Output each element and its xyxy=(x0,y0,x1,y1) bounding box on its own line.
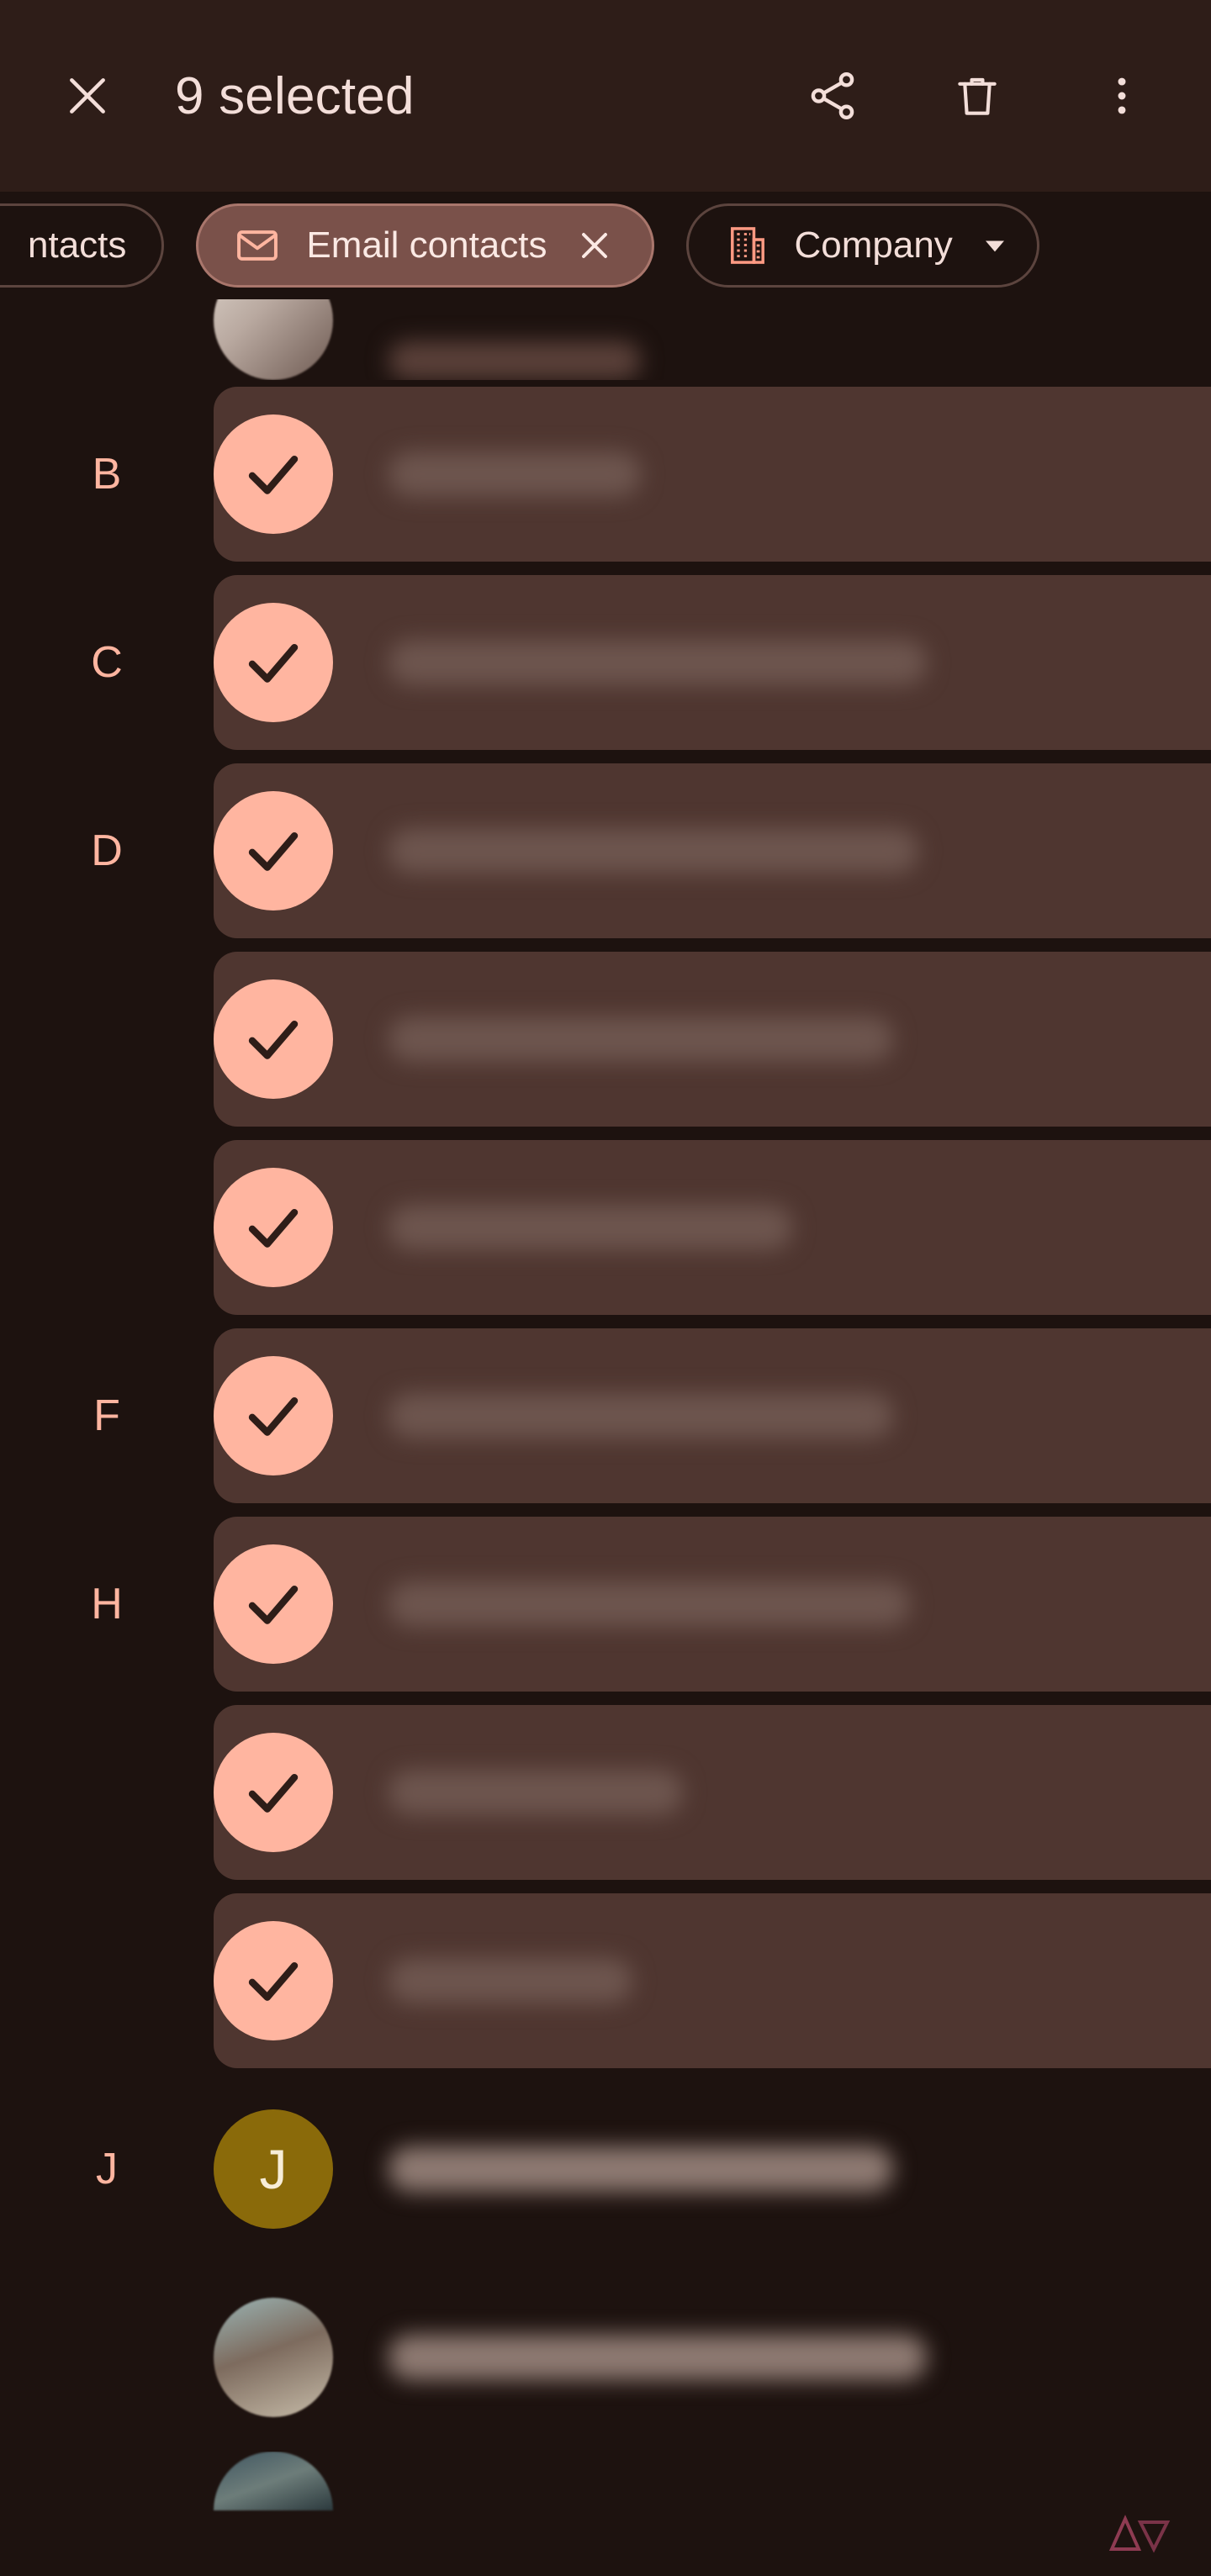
chip-email-contacts-label: Email contacts xyxy=(306,224,547,266)
check-icon xyxy=(248,1396,299,1436)
avatar-selected-check[interactable] xyxy=(214,979,333,1099)
table-row[interactable] xyxy=(0,1698,1211,1887)
section-header-letter: C xyxy=(91,638,123,687)
avatar-selected-check[interactable] xyxy=(214,1544,333,1664)
avatar-selected-check[interactable] xyxy=(214,791,333,911)
check-icon xyxy=(248,1961,299,2001)
section-header-letter: D xyxy=(91,826,123,875)
contact-name xyxy=(389,451,641,497)
close-icon xyxy=(70,78,105,113)
trash-icon xyxy=(958,77,997,115)
selection-count-title: 9 selected xyxy=(175,66,415,125)
avatar-selected-check[interactable] xyxy=(214,1733,333,1852)
contact-name xyxy=(389,1581,910,1627)
filter-chip-row: ntacts Email contacts Company xyxy=(0,192,1211,299)
contact-name xyxy=(389,1393,893,1438)
app-bar-actions xyxy=(799,62,1164,129)
check-icon xyxy=(248,1020,299,1059)
avatar-selected-check[interactable] xyxy=(214,1168,333,1287)
android-police-logo xyxy=(1108,2515,1171,2553)
table-row[interactable] xyxy=(0,945,1211,1133)
row-selected-surface xyxy=(214,1705,1211,1880)
check-icon xyxy=(248,1208,299,1248)
envelope-icon xyxy=(237,230,278,261)
section-header-letter: F xyxy=(93,1391,120,1440)
section-header-letter: H xyxy=(91,1580,123,1628)
contact-name xyxy=(389,2335,927,2380)
check-icon xyxy=(248,1585,299,1624)
chip-company[interactable]: Company xyxy=(685,203,1039,288)
list-item[interactable] xyxy=(0,2452,1211,2519)
overflow-menu-icon xyxy=(1118,77,1126,114)
chip-contacts[interactable]: ntacts xyxy=(0,203,165,288)
contact-name xyxy=(389,640,927,685)
contact-name xyxy=(389,1958,632,2003)
avatar-selected-check[interactable] xyxy=(214,414,333,534)
share-icon xyxy=(811,71,854,120)
share-button[interactable] xyxy=(799,62,866,129)
row-selected-surface xyxy=(214,1893,1211,2068)
list-item[interactable] xyxy=(0,299,1211,380)
contact-name xyxy=(389,341,641,380)
table-row[interactable]: B xyxy=(0,380,1211,568)
section-header-letter: J xyxy=(96,2145,118,2193)
building-icon xyxy=(730,227,764,264)
avatar-initial: J xyxy=(259,2138,288,2200)
table-row[interactable]: D xyxy=(0,757,1211,945)
contact-name xyxy=(389,1770,683,1815)
avatar[interactable] xyxy=(214,2298,333,2417)
table-row[interactable]: C xyxy=(0,568,1211,757)
avatar xyxy=(214,299,333,380)
contact-name xyxy=(389,828,918,874)
table-row[interactable]: F xyxy=(0,1322,1211,1510)
chip-company-label: Company xyxy=(794,224,953,266)
check-icon xyxy=(248,643,299,683)
check-icon xyxy=(248,831,299,871)
chip-contacts-label: ntacts xyxy=(28,224,127,266)
chevron-down-icon[interactable] xyxy=(976,227,1013,264)
check-icon xyxy=(248,455,299,494)
more-options-button[interactable] xyxy=(1088,62,1155,129)
table-row[interactable] xyxy=(0,1133,1211,1322)
check-icon xyxy=(248,1773,299,1813)
table-row[interactable]: H xyxy=(0,1510,1211,1698)
contact-name xyxy=(389,2146,893,2192)
chip-email-contacts[interactable]: Email contacts xyxy=(196,203,654,288)
avatar-selected-check[interactable] xyxy=(214,603,333,722)
row-selected-surface xyxy=(214,387,1211,562)
section-header-letter: B xyxy=(92,450,122,499)
avatar-selected-check[interactable] xyxy=(214,1921,333,2040)
contact-name xyxy=(389,1205,792,1250)
table-row[interactable] xyxy=(0,1887,1211,2075)
avatar xyxy=(214,2452,333,2510)
close-selection-button[interactable] xyxy=(47,55,128,136)
delete-button[interactable] xyxy=(944,62,1011,129)
avatar[interactable]: J xyxy=(214,2109,333,2229)
contact-name xyxy=(389,1016,893,1062)
table-row[interactable] xyxy=(0,2263,1211,2452)
contacts-list[interactable]: B C D F H J J xyxy=(0,299,1211,2576)
avatar-selected-check[interactable] xyxy=(214,1356,333,1475)
close-icon[interactable] xyxy=(573,224,616,267)
selection-app-bar: 9 selected xyxy=(0,0,1211,192)
table-row[interactable]: J J xyxy=(0,2075,1211,2263)
